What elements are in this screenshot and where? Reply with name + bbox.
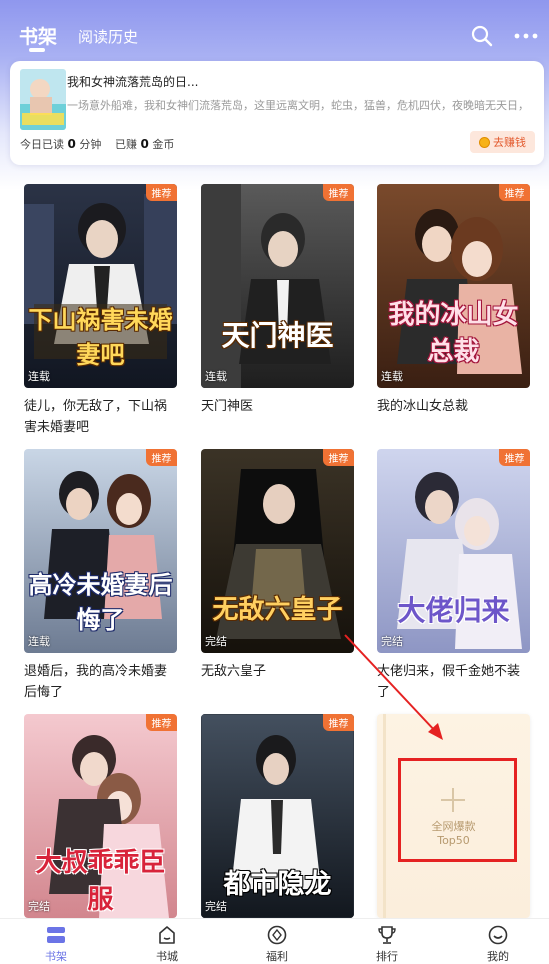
- earn-money-label: 去赚钱: [493, 136, 526, 149]
- earned-label: 已赚: [115, 138, 137, 151]
- today-read-unit: 分钟: [79, 138, 102, 151]
- book-title[interactable]: 退婚后，我的高冷未婚妻后悔了: [24, 661, 177, 703]
- recommend-badge: 推荐: [146, 449, 177, 466]
- bottom-navigation: 书架 书城 福利 排行 我的: [0, 918, 549, 964]
- today-read-value: 0: [67, 137, 76, 151]
- status-badge: 完结: [205, 900, 227, 913]
- status-badge: 完结: [28, 900, 50, 913]
- book-item[interactable]: 高冷未婚妻后悔了 推荐 连载 退婚后，我的高冷未婚妻后悔了: [24, 449, 177, 703]
- book-cover[interactable]: 下山祸害未婚妻吧 推荐 连载: [24, 184, 177, 388]
- cover-title-art: 高冷未婚妻后悔了: [28, 571, 173, 634]
- book-item[interactable]: 都市隐龙 推荐 完结: [201, 714, 354, 918]
- cover-title-art: 都市隐龙: [223, 869, 332, 900]
- cover-title-art: 我的冰山女总裁: [388, 300, 519, 367]
- book-cover[interactable]: 大叔乖乖臣服 推荐 完结: [24, 714, 177, 918]
- smile-icon: [488, 925, 508, 945]
- nav-item-welfare[interactable]: 福利: [247, 925, 307, 964]
- annotation-arrow: [344, 634, 443, 740]
- recommend-badge: 推荐: [499, 449, 530, 466]
- today-read-stat: 今日已读 0 分钟: [20, 136, 101, 152]
- book-title[interactable]: 天门神医: [201, 396, 354, 417]
- nav-label: 我的: [487, 950, 509, 963]
- book-item[interactable]: 大叔乖乖臣服 推荐 完结: [24, 714, 177, 918]
- recent-book-cover[interactable]: [20, 69, 66, 130]
- cover-title-art: 大佬归来: [397, 594, 510, 627]
- book-title[interactable]: 徒儿，你无敌了，下山祸害未婚妻吧: [24, 396, 177, 438]
- today-read-label: 今日已读: [20, 138, 64, 151]
- book-cover[interactable]: 无敌六皇子 推荐 完结: [201, 449, 354, 653]
- tab-bookshelf[interactable]: 书架: [19, 22, 57, 49]
- tab-active-indicator: [29, 48, 45, 52]
- annotation-highlight-box: [398, 758, 517, 862]
- nav-label: 书城: [156, 950, 178, 963]
- book-title[interactable]: 我的冰山女总裁: [377, 396, 530, 417]
- book-cover[interactable]: 高冷未婚妻后悔了 推荐 连载: [24, 449, 177, 653]
- nav-label: 福利: [266, 950, 288, 963]
- more-icon[interactable]: [514, 32, 538, 40]
- earned-value: 0: [140, 137, 149, 151]
- earned-coins-stat: 已赚 0 金币: [115, 136, 174, 152]
- status-badge: 连载: [205, 370, 227, 383]
- status-badge: 连载: [381, 370, 403, 383]
- nav-label: 排行: [376, 950, 398, 963]
- top-bar: 书架 阅读历史: [0, 0, 549, 60]
- book-cover[interactable]: 天门神医 推荐 连载: [201, 184, 354, 388]
- status-badge: 完结: [205, 635, 227, 648]
- recommend-badge: 推荐: [146, 714, 177, 731]
- cover-title-art: 无敌六皇子: [212, 595, 343, 625]
- nav-item-mine[interactable]: 我的: [468, 925, 528, 964]
- recommend-badge: 推荐: [323, 184, 354, 201]
- recent-book-title: 我和女神流落荒岛的日...: [67, 75, 199, 89]
- book-item[interactable]: 下山祸害未婚妻吧 推荐 连载 徒儿，你无敌了，下山祸害未婚妻吧: [24, 184, 177, 438]
- recommend-badge: 推荐: [323, 449, 354, 466]
- cover-title-art: 下山祸害未婚妻吧: [28, 306, 173, 369]
- book-cover[interactable]: 我的冰山女总裁 推荐 连载: [377, 184, 530, 388]
- book-item[interactable]: 我的冰山女总裁 推荐 连载 我的冰山女总裁: [377, 184, 530, 417]
- recent-book-description: 一场意外船难，我和女神们流落荒岛，这里远离文明，蛇虫，猛兽，危机四伏，夜晚暗无天…: [67, 99, 529, 112]
- book-cover[interactable]: 都市隐龙 推荐 完结: [201, 714, 354, 918]
- bookshelf-icon: [47, 927, 65, 943]
- welfare-icon: [267, 925, 287, 945]
- recent-reading-card[interactable]: 我和女神流落荒岛的日... 一场意外船难，我和女神们流落荒岛，这里远离文明，蛇虫…: [10, 61, 544, 165]
- earn-money-button[interactable]: 去赚钱: [470, 131, 535, 153]
- nav-label: 书架: [45, 950, 67, 963]
- cover-title-art: 天门神医: [221, 319, 334, 352]
- search-icon[interactable]: [470, 24, 494, 48]
- book-item[interactable]: 无敌六皇子 推荐 完结 无敌六皇子: [201, 449, 354, 682]
- book-title[interactable]: 无敌六皇子: [201, 661, 354, 682]
- earned-unit: 金币: [152, 138, 175, 151]
- status-badge: 连载: [28, 635, 50, 648]
- recommend-badge: 推荐: [499, 184, 530, 201]
- nav-item-bookstore[interactable]: 书城: [137, 925, 197, 964]
- nav-item-ranking[interactable]: 排行: [357, 925, 417, 964]
- coin-icon: [479, 136, 490, 148]
- bookstore-icon: [159, 926, 175, 944]
- book-cover[interactable]: 大佬归来 推荐 完结: [377, 449, 530, 653]
- status-badge: 连载: [28, 370, 50, 383]
- book-item[interactable]: 天门神医 推荐 连载 天门神医: [201, 184, 354, 417]
- tab-reading-history[interactable]: 阅读历史: [78, 26, 138, 47]
- recommend-badge: 推荐: [146, 184, 177, 201]
- nav-item-bookshelf[interactable]: 书架: [26, 925, 86, 964]
- trophy-icon: [378, 926, 396, 944]
